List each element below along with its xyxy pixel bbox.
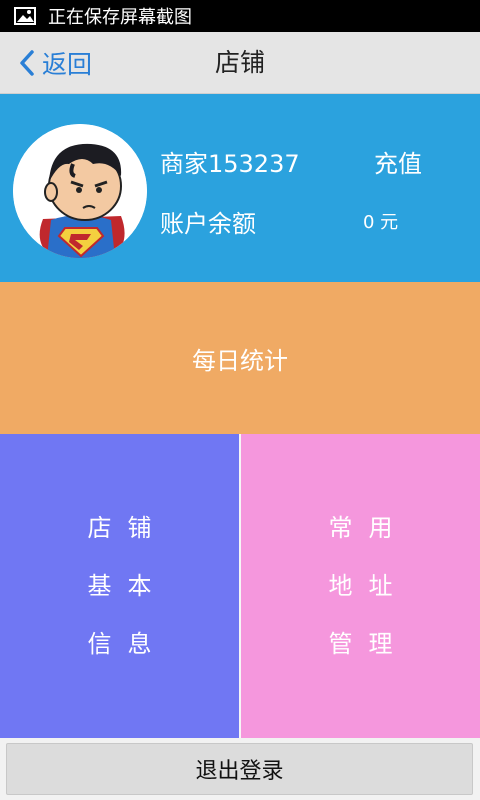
superman-avatar-icon <box>13 124 147 258</box>
status-text: 正在保存屏幕截图 <box>48 7 192 28</box>
store-info-line-3: 信息 <box>87 630 168 658</box>
merchant-name: 商家153237 <box>160 150 300 178</box>
avatar[interactable] <box>13 124 147 258</box>
store-info-line-1: 店铺 <box>87 514 168 542</box>
logout-bar: 退出登录 <box>0 738 480 800</box>
address-line-2: 地址 <box>328 572 409 600</box>
address-management-button[interactable]: 常用 地址 管理 <box>241 434 480 738</box>
back-button[interactable]: 返回 <box>18 32 92 94</box>
store-info-button[interactable]: 店铺 基本 信息 <box>0 434 239 738</box>
logout-button[interactable]: 退出登录 <box>6 743 473 795</box>
balance-value: 0 元 <box>363 212 399 233</box>
title-bar: 店铺 返回 <box>0 32 480 94</box>
recharge-button[interactable]: 充值 <box>374 144 422 179</box>
daily-stats-label: 每日统计 <box>192 346 288 375</box>
address-line-3: 管理 <box>328 630 409 658</box>
back-label: 返回 <box>42 50 93 79</box>
address-line-1: 常用 <box>328 514 409 542</box>
status-bar: 正在保存屏幕截图 <box>0 0 480 32</box>
store-info-line-2: 基本 <box>87 572 168 600</box>
balance-label: 账户余额 <box>160 210 256 238</box>
profile-header: 商家153237 充值 账户余额 0 元 <box>0 94 480 282</box>
logout-label: 退出登录 <box>195 759 284 784</box>
chevron-left-icon <box>20 50 34 76</box>
image-icon <box>14 7 36 25</box>
daily-stats-button[interactable]: 每日统计 <box>0 282 480 434</box>
